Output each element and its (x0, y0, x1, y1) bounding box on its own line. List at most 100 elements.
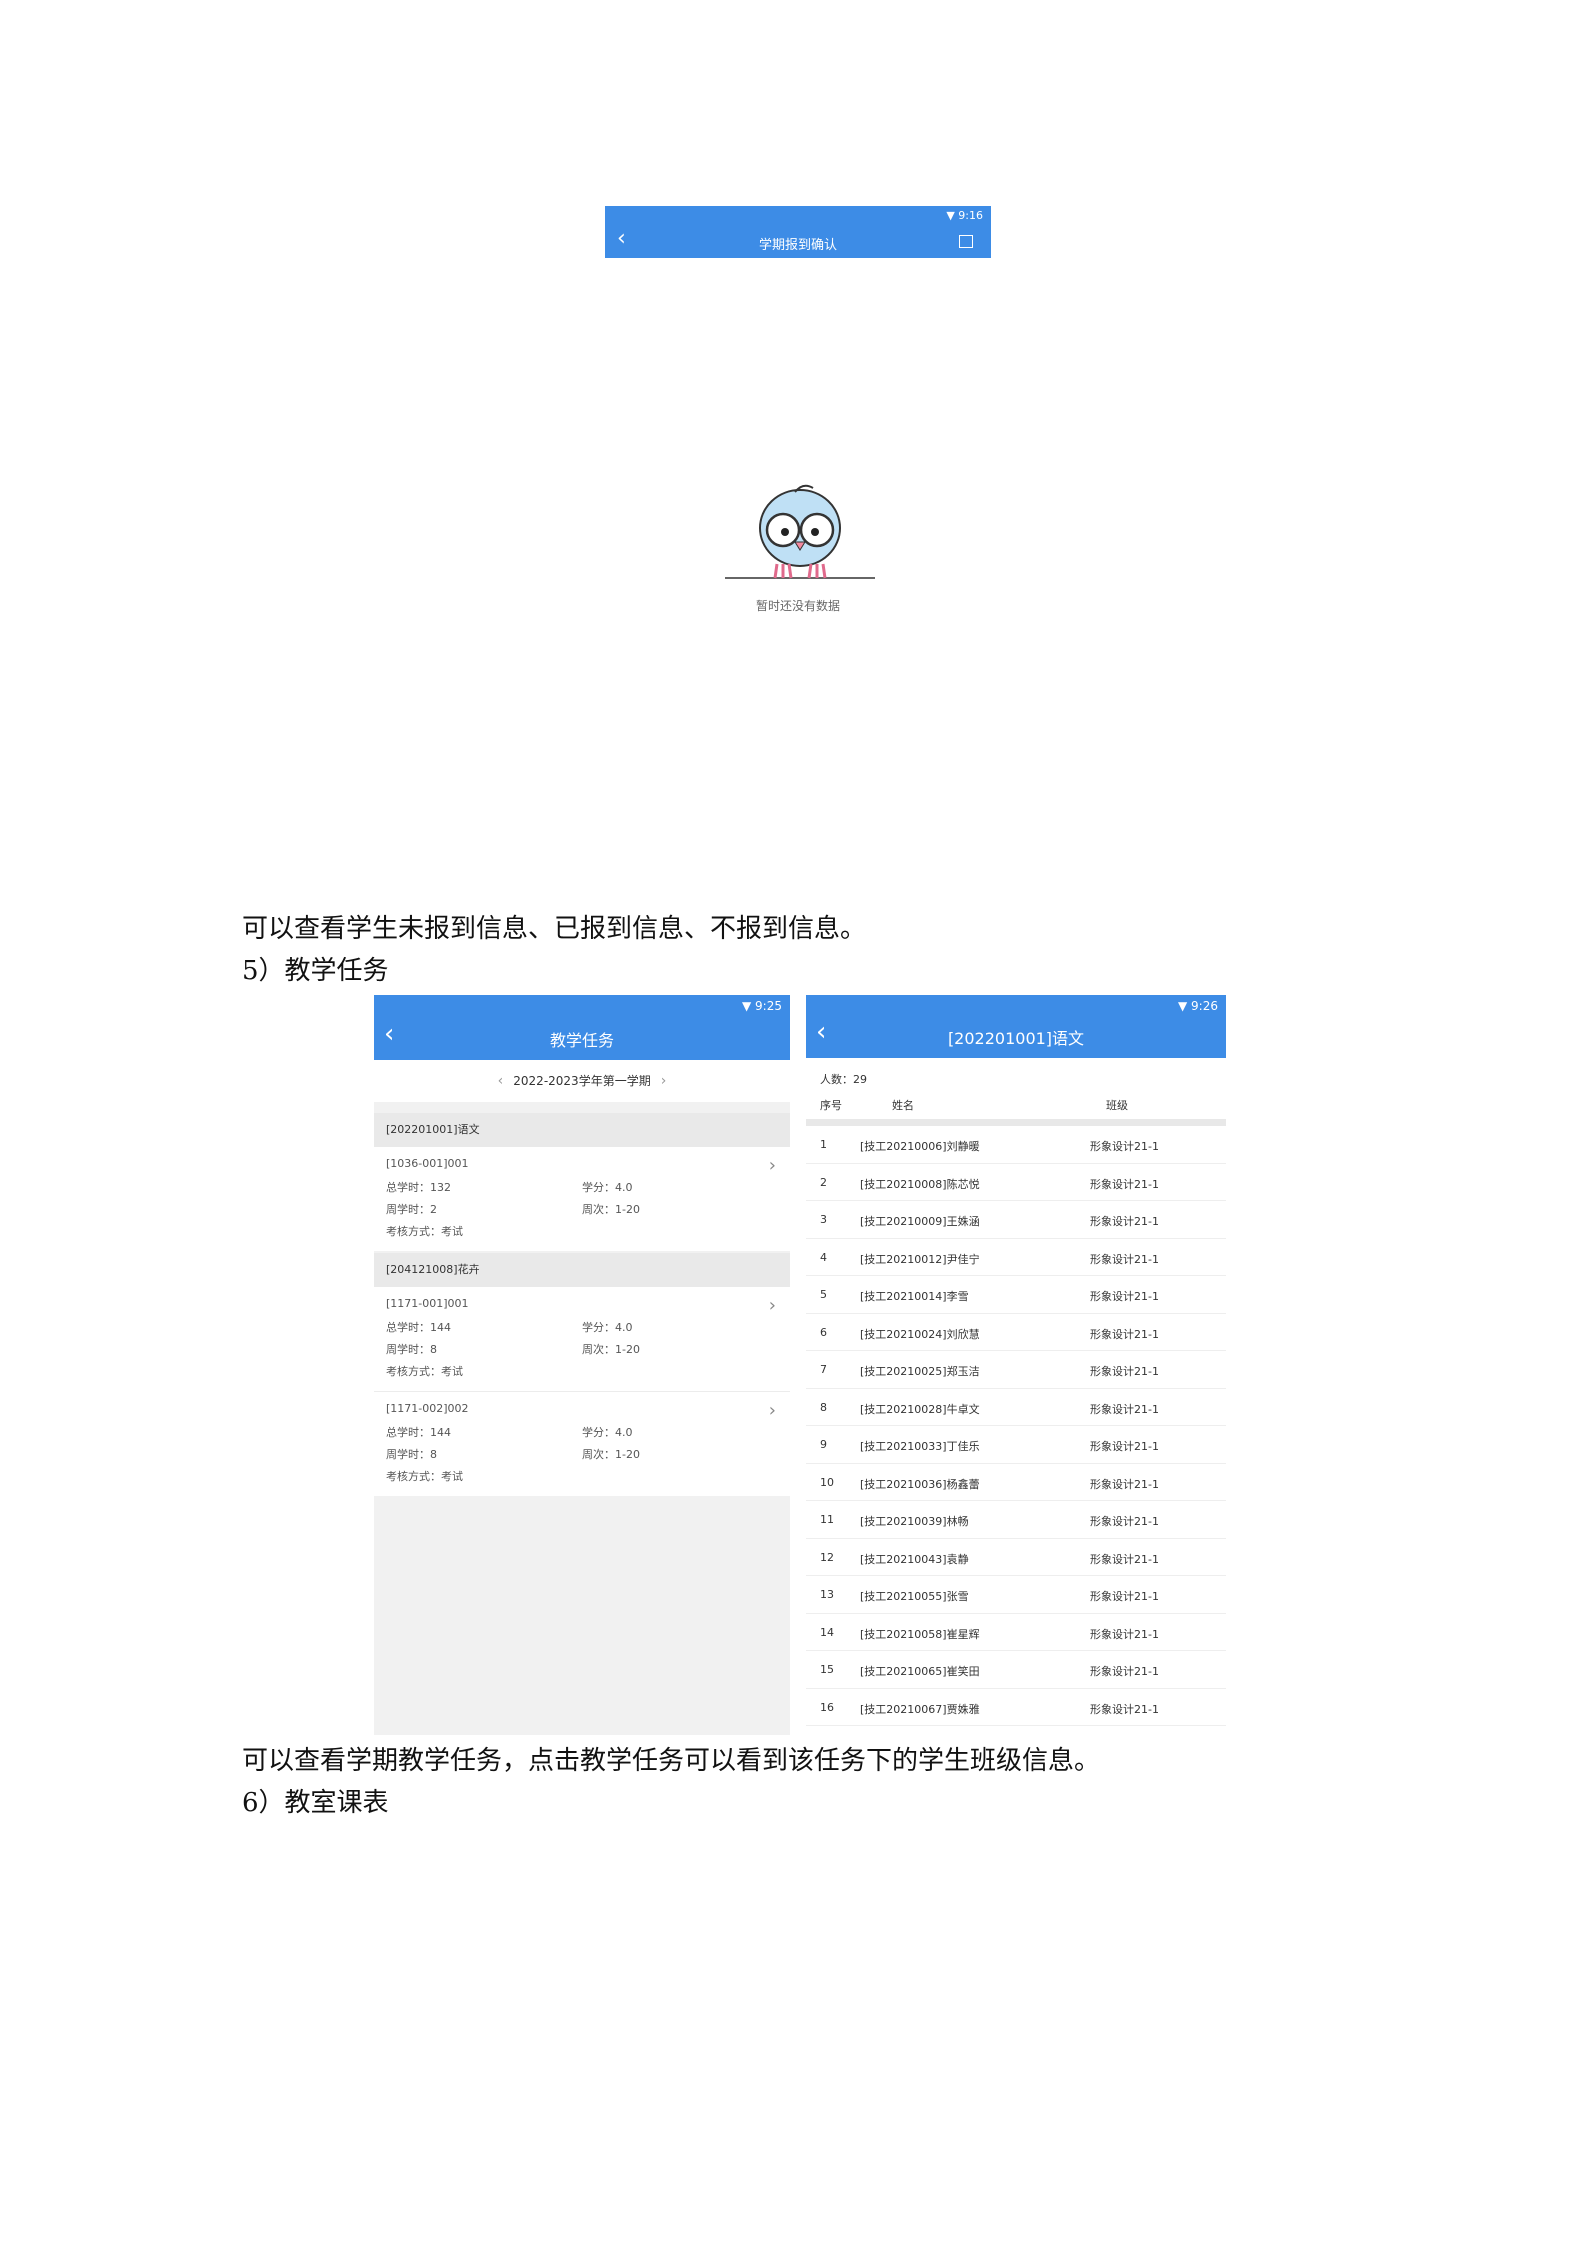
weekly-hours: 周学时：2 (386, 1203, 437, 1216)
task-title: 教学任务 (549, 1031, 614, 1050)
term-selector: ‹ 2022-2023学年第一学期 › (374, 1060, 790, 1102)
row-index: 12 (820, 1550, 834, 1564)
status-bar: ▼ 9:26 (1178, 999, 1218, 1013)
credit: 学分：4.0 (582, 1181, 633, 1194)
student-name: [技工20210065]崔笑田 (860, 1665, 980, 1678)
chevron-right-icon[interactable]: › (769, 1155, 776, 1176)
class-name: 形象设计21-1 (1090, 1290, 1159, 1303)
class-name: 形象设计21-1 (1090, 1440, 1159, 1453)
class-name: 形象设计21-1 (1090, 1215, 1159, 1228)
class-name: 形象设计21-1 (1090, 1252, 1159, 1266)
table-row[interactable]: 4 [技工20210012]尹佳宁 形象设计21-1 (806, 1239, 1226, 1276)
student-name: [技工20210067]贾姝雅 (860, 1702, 980, 1716)
student-name: [技工20210058]崔星辉 (860, 1627, 980, 1641)
task-card[interactable]: [1171-002]002 总学时：144 学分：4.0 周学时：8 周次：1-… (374, 1391, 790, 1496)
section-heading-teaching-task: 5）教学任务 (242, 956, 389, 986)
class-name: 形象设计21-1 (1090, 1552, 1159, 1566)
row-index: 13 (820, 1588, 834, 1601)
table-row[interactable]: 7 [技工20210025]郑玉洁 形象设计21-1 (806, 1351, 1226, 1389)
chevron-right-icon[interactable]: › (769, 1295, 776, 1316)
paragraph-task-info: 可以查看学期教学任务，点击教学任务可以看到该任务下的学生班级信息。 (242, 1746, 1101, 1776)
empty-state-text: 暂时还没有数据 (755, 599, 840, 613)
total-hours: 总学时：144 (386, 1426, 451, 1439)
student-name: [技工20210025]郑玉洁 (860, 1365, 980, 1378)
exam-method: 考核方式：考试 (386, 1225, 463, 1238)
table-row[interactable]: 13 [技工20210055]张雪 形象设计21-1 (806, 1576, 1226, 1614)
square-icon[interactable] (959, 235, 973, 248)
student-name: [技工20210039]林畅 (860, 1515, 969, 1528)
chevron-right-icon[interactable]: › (769, 1400, 776, 1421)
table-row[interactable]: 1 [技工20210006]刘静暖 形象设计21-1 (806, 1126, 1226, 1164)
task-code: [1171-002]002 (386, 1402, 469, 1415)
table-row[interactable]: 9 [技工20210033]丁佳乐 形象设计21-1 (806, 1426, 1226, 1464)
row-index: 4 (820, 1250, 827, 1264)
task-code: [1171-001]001 (386, 1297, 469, 1310)
student-table: 1 [技工20210006]刘静暖 形象设计21-1 2 [技工20210008]陈芯悦… (806, 1126, 1226, 1735)
table-row[interactable]: 10 [技工20210036]杨鑫蕾 形象设计21-1 (806, 1464, 1226, 1501)
table-row[interactable]: 5 [技工20210014]李雪 形象设计21-1 (806, 1276, 1226, 1314)
row-index: 15 (820, 1663, 834, 1676)
header-divider (806, 1119, 1226, 1126)
task-app-bar: ▼ 9:25 ‹ 教学任务 (374, 995, 790, 1060)
table-row[interactable]: 17[技工20210068]李旭同形象设计21-1 (806, 1726, 1226, 1735)
row-index: 9 (820, 1438, 827, 1451)
credit: 学分：4.0 (582, 1321, 633, 1334)
table-row[interactable]: 11 [技工20210039]林畅 形象设计21-1 (806, 1501, 1226, 1539)
row-index: 16 (820, 1700, 834, 1714)
course-group-header: [204121008]花卉 (374, 1253, 790, 1287)
table-row[interactable]: 16 [技工20210067]贾姝雅 形象设计21-1 (806, 1689, 1226, 1726)
class-name: 形象设计21-1 (1090, 1702, 1159, 1716)
status-time: 9:26 (1191, 999, 1218, 1013)
student-name: [技工20210008]陈芯悦 (860, 1177, 980, 1191)
student-name: [技工20210024]刘欣慧 (860, 1327, 980, 1341)
student-name: [技工20210055]张雪 (860, 1590, 969, 1603)
row-index: 6 (820, 1325, 827, 1339)
class-name: 形象设计21-1 (1090, 1402, 1159, 1416)
task-card[interactable]: [1036-001]001 总学时：132 学分：4.0 周学时：2 周次：1-… (374, 1147, 790, 1251)
student-count: 人数：29 (820, 1073, 867, 1086)
weeks: 周次：1-20 (582, 1448, 640, 1461)
task-card[interactable]: [1171-001]001 总学时：144 学分：4.0 周学时：8 周次：1-… (374, 1287, 790, 1391)
student-name: [技工20210006]刘静暖 (860, 1140, 980, 1153)
student-app-bar: ▼ 9:26 ‹ [202201001]语文 (806, 995, 1226, 1058)
class-name: 形象设计21-1 (1090, 1627, 1159, 1641)
credit: 学分：4.0 (582, 1426, 633, 1439)
table-row[interactable]: 2 [技工20210008]陈芯悦 形象设计21-1 (806, 1164, 1226, 1201)
table-row[interactable]: 6 [技工20210024]刘欣慧 形象设计21-1 (806, 1314, 1226, 1351)
weeks: 周次：1-20 (582, 1203, 640, 1216)
status-bar: ▼ 9:16 (946, 209, 983, 222)
row-index: 11 (820, 1513, 834, 1526)
class-name: 形象设计21-1 (1090, 1515, 1159, 1528)
task-code: [1036-001]001 (386, 1157, 469, 1170)
weekly-hours: 周学时：8 (386, 1448, 437, 1461)
status-bar: ▼ 9:25 (742, 999, 782, 1013)
student-name: [技工20210033]丁佳乐 (860, 1440, 980, 1453)
student-name: [技工20210009]王姝涵 (860, 1215, 980, 1228)
registration-title: 学期报到确认 (758, 238, 837, 253)
next-term-icon[interactable]: › (651, 1073, 677, 1089)
weekly-hours: 周学时：8 (386, 1343, 437, 1356)
class-name: 形象设计21-1 (1090, 1665, 1159, 1678)
teaching-task-screen: ▼ 9:25 ‹ 教学任务 ‹ 2022-2023学年第一学期 › [2022010… (374, 995, 790, 1735)
prev-term-icon[interactable]: ‹ (488, 1073, 514, 1089)
class-name: 形象设计21-1 (1090, 1477, 1159, 1491)
row-index: 1 (820, 1138, 827, 1151)
empty-owl-icon (725, 484, 875, 579)
student-name: [技工20210014]李雪 (860, 1290, 969, 1303)
exam-method: 考核方式：考试 (386, 1470, 463, 1483)
row-index: 5 (820, 1288, 827, 1301)
status-time: 9:16 (958, 209, 983, 222)
table-row[interactable]: 14 [技工20210058]崔星辉 形象设计21-1 (806, 1614, 1226, 1651)
table-row[interactable]: 8 [技工20210028]牛卓文 形象设计21-1 (806, 1389, 1226, 1426)
row-index: 2 (820, 1175, 827, 1189)
class-name: 形象设计21-1 (1090, 1327, 1159, 1341)
student-list-screen: ▼ 9:26 ‹ [202201001]语文 人数：29 序号 姓名 班级 1 [… (806, 995, 1226, 1735)
row-index: 10 (820, 1475, 834, 1489)
header-name: 姓名 (892, 1099, 914, 1112)
student-name: [技工20210036]杨鑫蕾 (860, 1477, 980, 1491)
row-index: 3 (820, 1213, 827, 1226)
class-name: 形象设计21-1 (1090, 1140, 1159, 1153)
table-row[interactable]: 3 [技工20210009]王姝涵 形象设计21-1 (806, 1201, 1226, 1239)
table-row[interactable]: 12 [技工20210043]袁静 形象设计21-1 (806, 1539, 1226, 1576)
table-row[interactable]: 15 [技工20210065]崔笑田 形象设计21-1 (806, 1651, 1226, 1689)
